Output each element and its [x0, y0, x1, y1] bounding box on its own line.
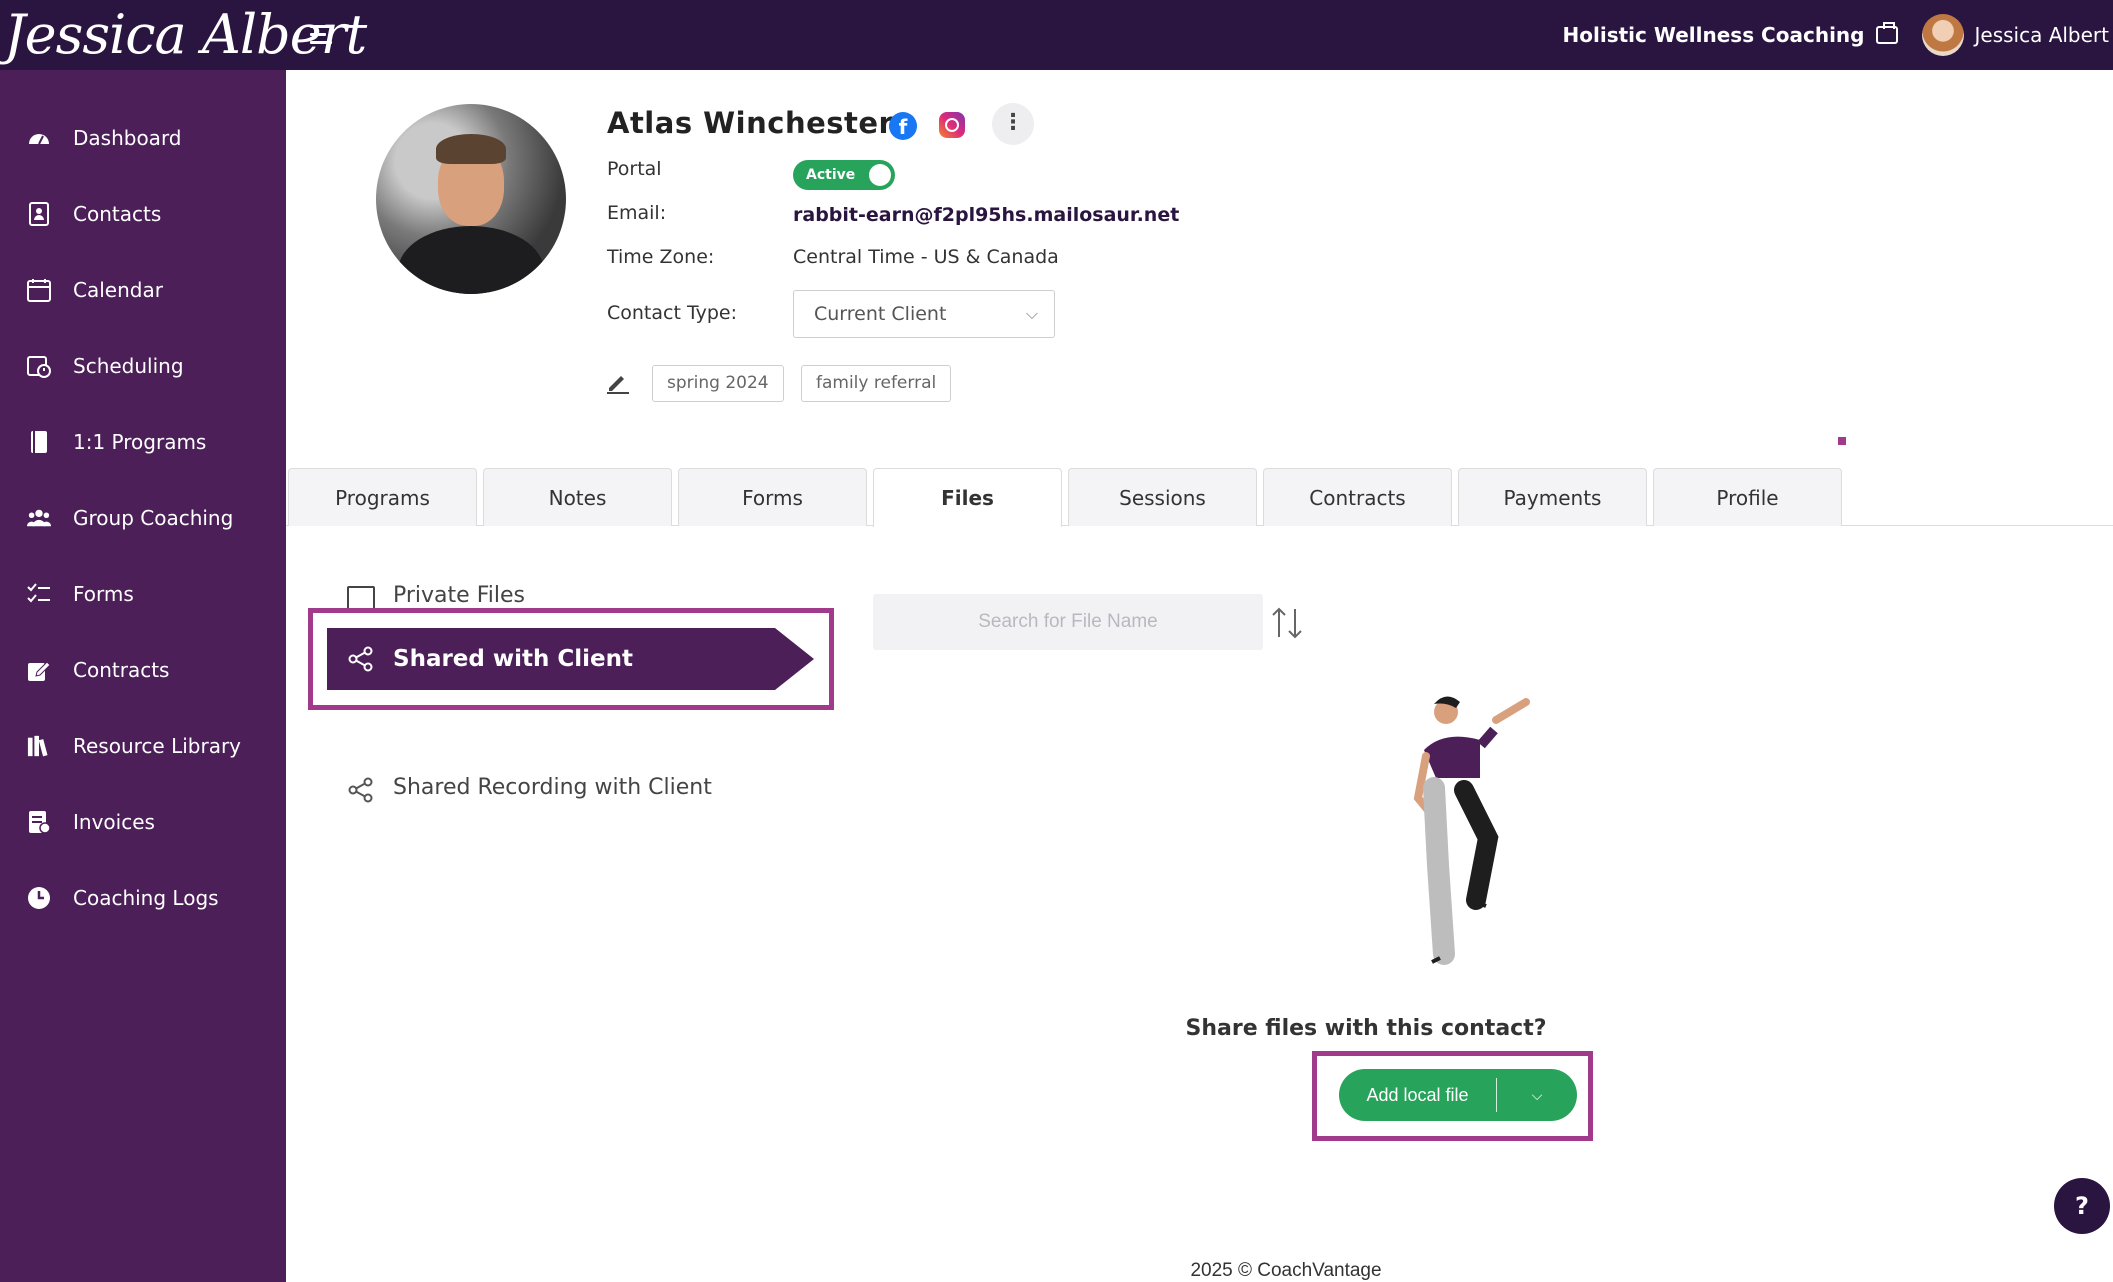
sidebar-item-label: Calendar	[73, 278, 163, 302]
empty-state-message: Share files with this contact?	[1185, 1016, 1547, 1041]
top-bar: Jessica Albert Holistic Wellness Coachin…	[0, 0, 2113, 70]
company-name[interactable]: Holistic Wellness Coaching	[1563, 23, 1865, 47]
contact-type-value: Current Client	[814, 303, 947, 325]
contacts-icon	[27, 202, 51, 226]
sidebar-item-programs[interactable]: 1:1 Programs	[0, 414, 286, 470]
portal-label: Portal	[607, 158, 662, 180]
edit-tags-icon[interactable]	[605, 369, 631, 395]
sidebar-item-dashboard[interactable]: Dashboard	[0, 110, 286, 166]
email-label: Email:	[607, 202, 667, 224]
sidebar-item-label: Resource Library	[73, 734, 242, 758]
chevron-down-icon: ⌵	[1025, 304, 1038, 323]
sidebar-item-label: Coaching Logs	[73, 886, 219, 910]
email-link[interactable]: rabbit-earn@f2pl95hs.mailosaur.net	[793, 204, 1179, 226]
sort-icon[interactable]	[1269, 605, 1305, 641]
sidebar-item-resource-library[interactable]: Resource Library	[0, 718, 286, 774]
contact-avatar[interactable]	[376, 104, 566, 294]
book-icon	[27, 430, 51, 454]
sidebar-item-scheduling[interactable]: Scheduling	[0, 338, 286, 394]
shared-recording-item[interactable]: Shared Recording with Client	[393, 775, 712, 800]
help-button[interactable]: ?	[2054, 1178, 2110, 1234]
menu-toggle-icon[interactable]	[306, 22, 336, 48]
invoice-icon	[27, 810, 51, 834]
tab-notes[interactable]: Notes	[483, 468, 672, 526]
sidebar-item-contracts[interactable]: Contracts	[0, 642, 286, 698]
shared-with-client-item[interactable]: Shared with Client	[327, 628, 814, 690]
instagram-icon[interactable]	[939, 112, 965, 138]
private-files-item[interactable]: Private Files	[393, 583, 525, 608]
sidebar-item-group-coaching[interactable]: Group Coaching	[0, 490, 286, 546]
add-local-file-button[interactable]: Add local file ⌵	[1339, 1069, 1577, 1121]
sidebar-item-label: Contracts	[73, 658, 170, 682]
timezone-label: Time Zone:	[607, 246, 715, 268]
category-label: Shared with Client	[393, 646, 633, 672]
contact-name: Atlas Winchester	[607, 106, 894, 140]
contact-type-select[interactable]: Current Client ⌵	[793, 290, 1055, 338]
user-name[interactable]: Jessica Albert	[1974, 23, 2109, 47]
calendar-icon	[27, 278, 51, 302]
tab-payments[interactable]: Payments	[1458, 468, 1647, 526]
facebook-icon[interactable]: f	[889, 112, 917, 140]
sidebar-item-calendar[interactable]: Calendar	[0, 262, 286, 318]
contact-type-label: Contact Type:	[607, 302, 738, 324]
tab-files[interactable]: Files	[873, 468, 1062, 527]
sidebar-item-forms[interactable]: Forms	[0, 566, 286, 622]
user-avatar[interactable]	[1922, 14, 1965, 56]
clock-icon	[27, 886, 51, 910]
sidebar-item-coaching-logs[interactable]: Coaching Logs	[0, 870, 286, 926]
chevron-down-icon[interactable]: ⌵	[1497, 1087, 1577, 1104]
main-content: Atlas Winchester f ⋮ Portal Active Email…	[286, 70, 2113, 1282]
sidebar-item-invoices[interactable]: Invoices	[0, 794, 286, 850]
sidebar-item-contacts[interactable]: Contacts	[0, 186, 286, 242]
group-icon	[27, 506, 51, 530]
sidebar: Dashboard Contacts Calendar Scheduling 1…	[0, 70, 286, 1282]
tab-forms[interactable]: Forms	[678, 468, 867, 526]
share-icon	[347, 776, 375, 804]
tab-sessions[interactable]: Sessions	[1068, 468, 1257, 526]
timezone-value: Central Time - US & Canada	[793, 246, 1059, 268]
library-icon	[27, 734, 51, 758]
tag-chip[interactable]: spring 2024	[652, 365, 784, 402]
add-file-label: Add local file	[1339, 1078, 1497, 1112]
tab-contracts[interactable]: Contracts	[1263, 468, 1452, 526]
file-search-input[interactable]	[873, 594, 1263, 650]
sidebar-item-label: Scheduling	[73, 354, 184, 378]
share-icon	[347, 645, 375, 673]
indicator-dot	[1838, 437, 1846, 445]
folder-icon	[347, 586, 375, 610]
footer-copyright: 2025 © CoachVantage	[1190, 1260, 1382, 1281]
sidebar-item-label: Forms	[73, 582, 134, 606]
checklist-icon	[27, 582, 51, 606]
portal-toggle[interactable]: Active	[793, 160, 895, 190]
more-options-button[interactable]: ⋮	[992, 103, 1034, 145]
contact-tabs: Programs Notes Forms Files Sessions Cont…	[286, 468, 2113, 527]
tab-programs[interactable]: Programs	[288, 468, 477, 526]
sidebar-item-label: 1:1 Programs	[73, 430, 207, 454]
contract-icon	[27, 658, 51, 682]
tab-profile[interactable]: Profile	[1653, 468, 1842, 526]
account-area: Holistic Wellness Coaching Jessica Alber…	[1563, 0, 2113, 70]
tag-chip[interactable]: family referral	[801, 365, 952, 402]
briefcase-icon[interactable]	[1876, 22, 1899, 44]
dashboard-icon	[27, 126, 51, 150]
sidebar-item-label: Dashboard	[73, 126, 182, 150]
sidebar-item-label: Contacts	[73, 202, 162, 226]
sidebar-item-label: Group Coaching	[73, 506, 234, 530]
empty-state-illustration	[1376, 690, 1576, 970]
scheduling-icon	[27, 354, 51, 378]
sidebar-item-label: Invoices	[73, 810, 155, 834]
